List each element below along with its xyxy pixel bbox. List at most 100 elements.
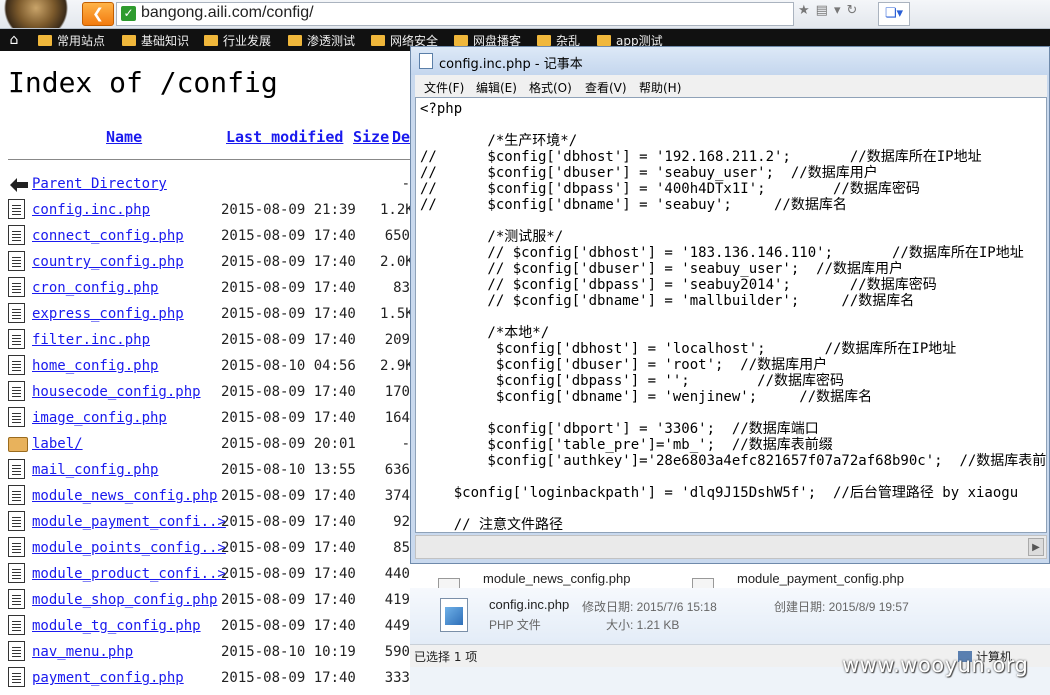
folder-icon <box>597 35 611 46</box>
file-link[interactable]: filter.inc.php <box>32 332 150 348</box>
folder-icon <box>371 35 385 46</box>
php-file-icon <box>440 598 468 632</box>
file-size: 209 <box>384 332 410 348</box>
notepad-editor[interactable]: <?php /*生产环境*/// $config['dbhost'] = '19… <box>415 97 1047 533</box>
column-description-link[interactable]: De <box>392 128 410 146</box>
file-icon <box>8 303 25 323</box>
file-link[interactable]: nav_menu.php <box>32 644 133 660</box>
file-link[interactable]: module_shop_config.php <box>32 592 217 608</box>
reload-icon[interactable]: ↻ <box>846 3 857 18</box>
explorer-thumbnails: module_news_config.php module_payment_co… <box>410 564 1050 588</box>
file-link[interactable]: image_config.php <box>32 410 167 426</box>
file-modified: 2015-08-09 17:40 <box>221 540 356 556</box>
file-link[interactable]: module_tg_config.php <box>32 618 201 634</box>
table-row: module_product_confi..> 2015-08-09 17:40 4… <box>8 563 410 587</box>
bookmark-item[interactable]: 渗透测试 <box>288 33 355 49</box>
paw-icon[interactable]: ❏▾ <box>878 2 910 26</box>
url-text: bangong.aili.com/config/ <box>141 4 314 21</box>
file-modified: 2015-08-09 17:40 <box>221 410 356 426</box>
file-link[interactable]: country_config.php <box>32 254 184 270</box>
bookmark-item[interactable]: 行业发展 <box>204 33 271 49</box>
code-line: $config['loginbackpath'] = 'dlq9J15DshW5… <box>420 485 1019 501</box>
file-icon <box>8 277 25 297</box>
file-link[interactable]: cron_config.php <box>32 280 158 296</box>
file-link[interactable]: module_product_confi..> <box>32 566 226 582</box>
file-link[interactable]: module_points_config..> <box>32 540 226 556</box>
parent-directory-link[interactable]: Parent Directory <box>32 176 167 192</box>
browser-toolbar: ❮ ✓ bangong.aili.com/config/ ★ ▤ ▾ ↻ ❏▾ <box>0 0 1050 29</box>
file-icon <box>8 459 25 479</box>
file-size: 374 <box>384 488 410 504</box>
code-line: // $config['dbpass'] = 'seabuy2014'; //数… <box>420 277 937 293</box>
bookmark-item[interactable]: 基础知识 <box>122 33 189 49</box>
menu-item[interactable]: 编辑(E) <box>476 79 517 96</box>
table-row: module_shop_config.php 2015-08-09 17:40 41… <box>8 589 410 613</box>
file-link[interactable]: label/ <box>32 436 83 452</box>
file-link[interactable]: express_config.php <box>32 306 184 322</box>
file-icon <box>8 485 25 505</box>
column-size-link[interactable]: Size <box>353 128 389 146</box>
menu-item[interactable]: 格式(O) <box>529 79 572 96</box>
file-icon <box>8 199 25 219</box>
file-link[interactable]: mail_config.php <box>32 462 158 478</box>
file-link[interactable]: module_payment_confi..> <box>32 514 226 530</box>
details-size: 大小: 1.21 KB <box>606 618 680 632</box>
file-link[interactable]: housecode_config.php <box>32 384 201 400</box>
dropdown-icon[interactable]: ▾ <box>834 3 841 18</box>
menu-item[interactable]: 文件(F) <box>424 79 464 96</box>
file-size: 2.9K <box>380 358 410 374</box>
code-line: /*生产环境*/ <box>420 133 578 149</box>
file-size: 92 <box>393 514 410 530</box>
code-line: $config['dbhost'] = 'localhost'; //数据库所在… <box>420 341 957 357</box>
file-link[interactable]: module_news_config.php <box>32 488 217 504</box>
folder-icon <box>8 437 28 452</box>
back-button[interactable]: ❮ <box>82 2 114 26</box>
address-bar[interactable]: ✓ bangong.aili.com/config/ <box>116 2 794 26</box>
folder-icon <box>122 35 136 46</box>
column-name-link[interactable]: Name <box>106 128 142 146</box>
file-size: 1.5K <box>380 306 410 322</box>
avatar <box>0 0 72 28</box>
table-row: payment_config.php 2015-08-09 17:40 333 <box>8 667 410 691</box>
details-file-type: PHP 文件 <box>489 618 541 632</box>
notepad-titlebar[interactable]: config.inc.php - 记事本 <box>411 47 1049 75</box>
horizontal-scrollbar[interactable]: ▶ <box>415 535 1047 559</box>
file-modified: 2015-08-09 17:40 <box>221 280 356 296</box>
code-line: // $config['dbhost'] = '183.136.146.110'… <box>420 245 1024 261</box>
file-icon <box>8 225 25 245</box>
thumb-label-2[interactable]: module_payment_config.php <box>737 571 904 586</box>
bookmark-item[interactable]: 常用站点 <box>38 33 105 49</box>
file-link[interactable]: payment_config.php <box>32 670 184 686</box>
file-modified: 2015-08-10 10:19 <box>221 644 356 660</box>
file-modified: 2015-08-09 17:40 <box>221 332 356 348</box>
code-line: $config['authkey']='28e6803a4efc821657f0… <box>420 453 1047 469</box>
menu-item[interactable]: 帮助(H) <box>639 79 681 96</box>
file-modified: 2015-08-10 04:56 <box>221 358 356 374</box>
file-modified: 2015-08-09 21:39 <box>221 202 356 218</box>
secure-check-icon: ✓ <box>121 6 136 21</box>
code-line: $config['table_pre']='mb_'; //数据库表前缀 <box>420 437 833 453</box>
table-row: cron_config.php 2015-08-09 17:40 83 <box>8 277 410 301</box>
table-row: module_tg_config.php 2015-08-09 17:40 449 <box>8 615 410 639</box>
file-size: 1.2K <box>380 202 410 218</box>
table-row: express_config.php 2015-08-09 17:40 1.5K <box>8 303 410 327</box>
column-modified-link[interactable]: Last modified <box>226 128 343 146</box>
file-size: - <box>401 436 410 452</box>
file-link[interactable]: config.inc.php <box>32 202 150 218</box>
file-size: 85 <box>393 540 410 556</box>
thumb-label-1[interactable]: module_news_config.php <box>483 571 630 586</box>
table-row: image_config.php 2015-08-09 17:40 164 <box>8 407 410 431</box>
folder-icon <box>288 35 302 46</box>
star-icon[interactable]: ★ <box>798 3 810 18</box>
file-link[interactable]: connect_config.php <box>32 228 184 244</box>
file-size: 650 <box>384 228 410 244</box>
menu-item[interactable]: 查看(V) <box>585 79 627 96</box>
reader-icon[interactable]: ▤ <box>816 3 828 18</box>
file-icon <box>8 355 25 375</box>
table-row: filter.inc.php 2015-08-09 17:40 209 <box>8 329 410 353</box>
home-icon[interactable]: ⌂ <box>6 32 22 48</box>
file-link[interactable]: home_config.php <box>32 358 158 374</box>
scroll-right-icon[interactable]: ▶ <box>1028 538 1044 556</box>
parent-size: - <box>401 176 410 192</box>
file-size: 2.0K <box>380 254 410 270</box>
